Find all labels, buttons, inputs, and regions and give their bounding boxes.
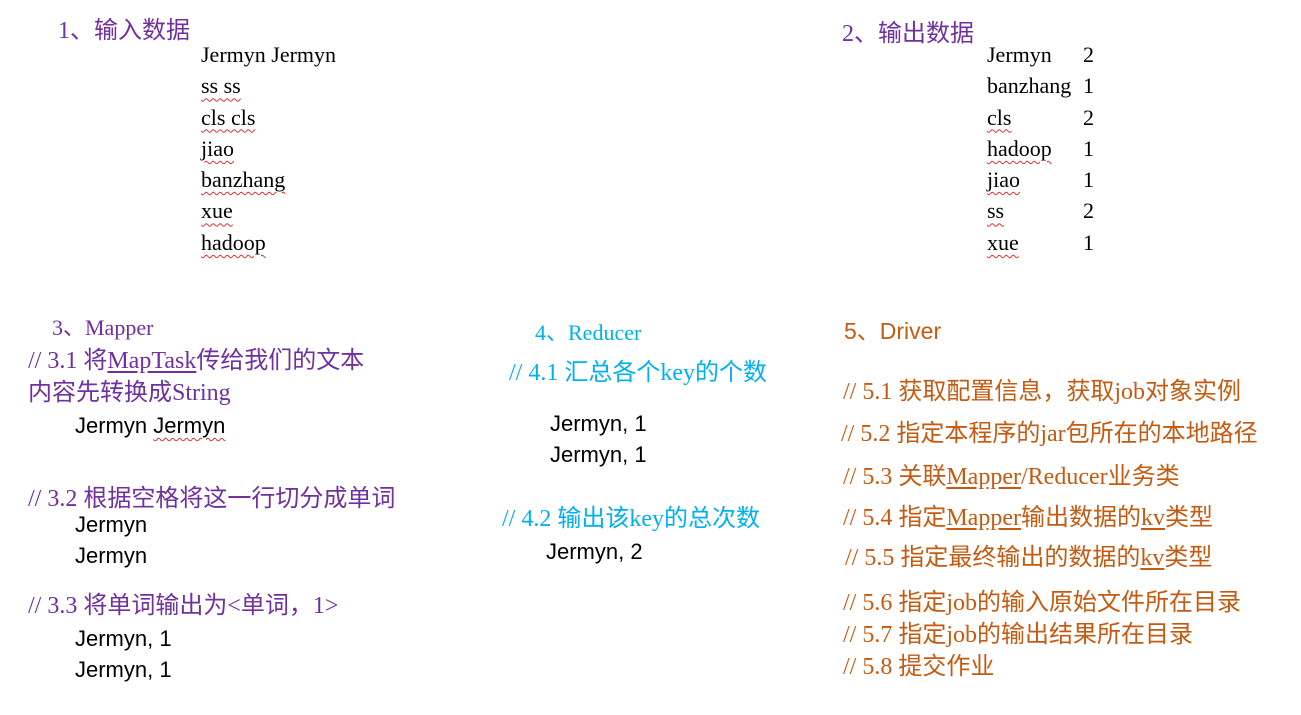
mapper-step1-example: Jermyn Jermyn [75, 413, 226, 438]
output-row: cls 2 [987, 104, 1094, 130]
mapper-step3-line: Jermyn, 1 [75, 626, 172, 651]
output-title: 2、输出数据 [842, 21, 974, 47]
reducer-title: 4、Reducer [535, 320, 642, 345]
reducer-step2-line: Jermyn, 2 [546, 539, 643, 564]
input-line: hadoop [201, 229, 266, 255]
driver-step-7: // 5.7 指定job的输出结果所在目录 [843, 622, 1194, 648]
mapper-step3-line: Jermyn, 1 [75, 657, 172, 682]
output-row: Jermyn 2 [987, 42, 1094, 67]
mapper-title: 3、Mapper [52, 315, 154, 340]
driver-step-5: // 5.5 指定最终输出的数据的kv类型 [845, 545, 1213, 571]
reducer-step1-line: Jermyn, 1 [550, 411, 647, 436]
output-table: Jermyn 2 banzhang 1 cls 2 hadoop 1 jiao 1 ss 2… [987, 39, 1117, 258]
driver-step-8: // 5.8 提交作业 [843, 654, 995, 680]
driver-title: 5、Driver [844, 318, 942, 344]
reducer-step1: // 4.1 汇总各个key的个数 [509, 360, 767, 386]
reducer-step2: // 4.2 输出该key的总次数 [502, 506, 760, 532]
output-row: hadoop 1 [987, 135, 1094, 161]
driver-step-2: // 5.2 指定本程序的jar包所在的本地路径 [841, 421, 1258, 447]
input-line: cls cls [201, 104, 256, 130]
output-row: banzhang 1 [987, 73, 1094, 99]
mapper-step2-line: Jermyn [75, 543, 148, 568]
input-line: ss ss [201, 73, 241, 99]
driver-step-4: // 5.4 指定Mapper输出数据的kv类型 [843, 505, 1213, 531]
output-row: ss 2 [987, 198, 1094, 224]
input-line: Jermyn Jermyn [201, 42, 337, 67]
driver-step-1: // 5.1 获取配置信息，获取job对象实例 [843, 379, 1242, 405]
mapper-step1-line2: 内容先转换成String [28, 380, 231, 406]
driver-step-3: // 5.3 关联Mapper/Reducer业务类 [843, 464, 1180, 490]
mapper-step3: // 3.3 将单词输出为<单词，1> [28, 593, 339, 619]
input-line: jiao [201, 135, 234, 161]
input-line: xue [201, 198, 233, 224]
mapper-step1-line1: // 3.1 将MapTask传给我们的文本 [28, 348, 365, 374]
output-row: jiao 1 [987, 167, 1094, 193]
mapper-step2-line: Jermyn [75, 512, 148, 537]
input-line: banzhang [201, 167, 286, 193]
output-row: xue 1 [987, 229, 1094, 255]
input-lines: Jermyn Jermyn ss ss cls cls jiao banzhan… [201, 39, 336, 258]
input-title: 1、输入数据 [58, 18, 190, 44]
driver-step-6: // 5.6 指定job的输入原始文件所在目录 [843, 590, 1242, 616]
mapper-step2: // 3.2 根据空格将这一行切分成单词 [28, 486, 396, 512]
reducer-step1-line: Jermyn, 1 [550, 442, 647, 467]
